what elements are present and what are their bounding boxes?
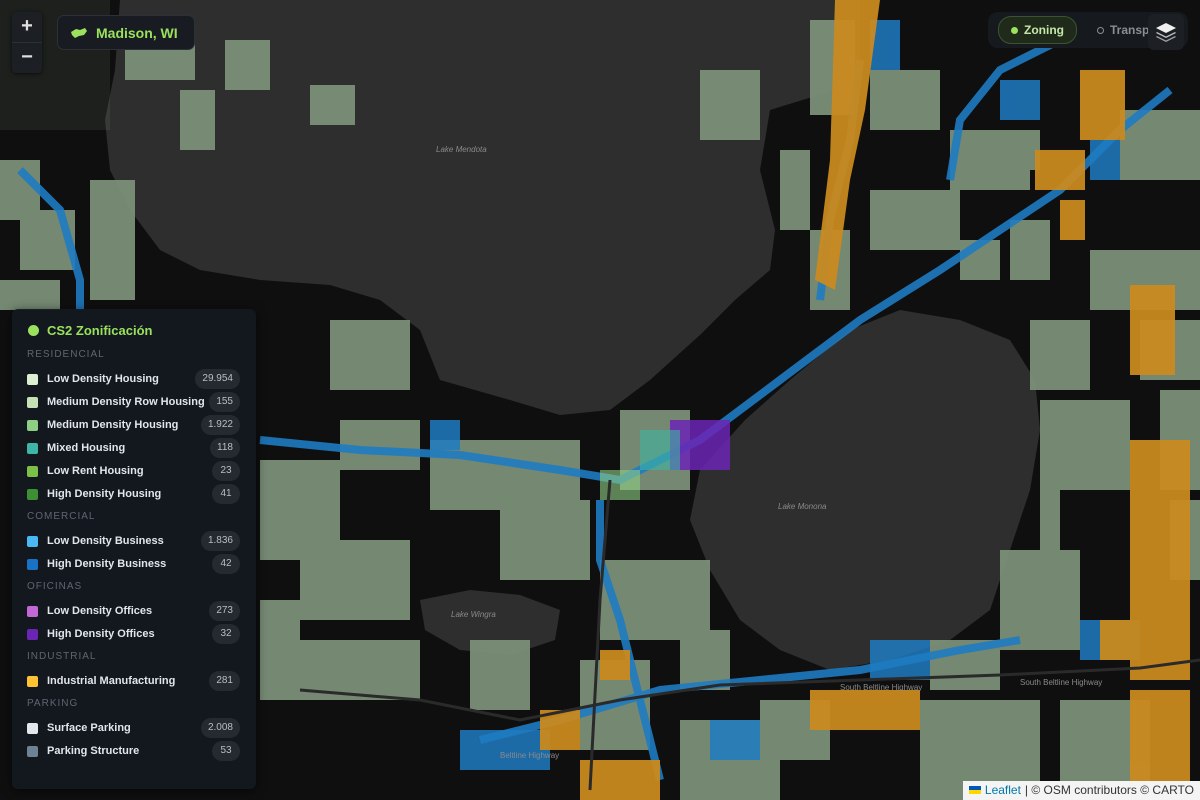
leaflet-link[interactable]: Leaflet	[985, 783, 1021, 797]
legend-swatch	[27, 558, 38, 570]
layers-icon	[1156, 23, 1176, 42]
legend-item[interactable]: High Density Offices 32	[27, 623, 240, 645]
legend-item-label: Medium Density Row Housing	[47, 396, 205, 408]
legend-item[interactable]: Surface Parking 2.008	[27, 717, 240, 739]
legend-title-text: CS2 Zonificación	[47, 323, 153, 338]
legend-swatch	[27, 675, 38, 687]
legend-dot-icon	[28, 325, 39, 336]
legend-item-label: High Density Business	[47, 558, 167, 570]
city-name: Madison, WI	[96, 24, 178, 41]
zoom-in-button[interactable]: +	[12, 12, 42, 42]
legend-item-count: 29.954	[195, 369, 240, 389]
legend-item-label: Low Density Offices	[47, 605, 153, 617]
legend-swatch	[27, 535, 38, 547]
legend-item[interactable]: Medium Density Housing 1.922	[27, 414, 240, 436]
map-pin-icon	[71, 27, 87, 38]
map-attribution: Leaflet | © OSM contributors © CARTO	[962, 781, 1200, 800]
legend-item-label: High Density Housing	[47, 488, 162, 500]
legend-swatch	[27, 745, 38, 757]
legend-item[interactable]: Low Density Business 1.836	[27, 530, 240, 552]
legend-swatch	[27, 605, 38, 617]
legend-item-count: 1.836	[200, 531, 240, 551]
legend-item-label: Low Density Housing	[47, 373, 159, 385]
legend-section-title: RESIDENCIAL	[27, 349, 105, 360]
legend-section-title: INDUSTRIAL	[27, 651, 97, 662]
lake-label: Lake Mendota	[436, 145, 487, 154]
legend-item[interactable]: Medium Density Row Housing 155	[27, 391, 240, 413]
legend-item[interactable]: Low Rent Housing 23	[27, 460, 240, 482]
legend-item-count: 118	[210, 438, 240, 458]
lake-label: Lake Wingra	[451, 610, 496, 619]
legend-swatch	[27, 373, 38, 385]
legend-item-label: Industrial Manufacturing	[47, 675, 176, 687]
legend-section-title: COMERCIAL	[27, 511, 96, 522]
zoning-legend: CS2 Zonificación RESIDENCIAL Low Density …	[12, 309, 256, 789]
layers-button[interactable]	[1148, 14, 1184, 50]
mode-label: Zoning	[1024, 23, 1064, 37]
legend-swatch	[27, 488, 38, 500]
road-label: South Beltline Highway	[1020, 678, 1102, 687]
city-badge[interactable]: Madison, WI	[57, 15, 195, 50]
legend-swatch	[27, 442, 38, 454]
legend-item-label: High Density Offices	[47, 628, 155, 640]
legend-section-title: PARKING	[27, 698, 79, 709]
legend-swatch	[27, 628, 38, 640]
zoom-out-button[interactable]: −	[12, 42, 42, 73]
legend-item-count: 2.008	[200, 718, 240, 738]
lake-label: Lake Monona	[778, 502, 827, 511]
legend-item-count: 281	[209, 671, 240, 691]
attribution-text: | © OSM contributors © CARTO	[1024, 783, 1194, 797]
legend-swatch	[27, 465, 38, 477]
legend-item-count: 23	[212, 461, 240, 481]
legend-item[interactable]: Low Density Offices 273	[27, 600, 240, 622]
legend-item-count: 1.922	[200, 415, 240, 435]
road-label: Beltline Highway	[500, 751, 559, 760]
legend-item-label: Medium Density Housing	[47, 419, 179, 431]
legend-item-count: 32	[212, 624, 240, 644]
legend-item-label: Low Rent Housing	[47, 465, 144, 477]
legend-item-label: Mixed Housing	[47, 442, 126, 454]
legend-section-title: OFICINAS	[27, 581, 83, 592]
legend-swatch	[27, 722, 38, 734]
active-dot-icon	[1011, 26, 1018, 34]
legend-swatch	[27, 396, 38, 408]
legend-title: CS2 Zonificación	[28, 323, 152, 338]
legend-item-count: 42	[212, 554, 240, 574]
legend-item-label: Parking Structure	[47, 745, 140, 757]
legend-item[interactable]: Industrial Manufacturing 281	[27, 670, 240, 692]
zoning-mode-button[interactable]: Zoning	[998, 16, 1077, 44]
legend-item[interactable]: Low Density Housing 29.954	[27, 368, 240, 390]
legend-item[interactable]: High Density Business 42	[27, 553, 240, 575]
ukraine-flag-icon	[968, 786, 981, 794]
legend-item-count: 41	[212, 484, 240, 504]
legend-item-count: 53	[212, 741, 240, 761]
zoom-control: + −	[12, 12, 42, 73]
road-label: South Beltline Highway	[840, 683, 922, 692]
mode-label: Transp	[1109, 23, 1150, 37]
legend-item[interactable]: Mixed Housing 118	[27, 437, 240, 459]
legend-item[interactable]: High Density Housing 41	[27, 483, 240, 505]
legend-swatch	[27, 419, 38, 431]
legend-item-label: Low Density Business	[47, 535, 164, 547]
legend-item-label: Surface Parking	[47, 722, 131, 734]
legend-item-count: 273	[209, 601, 240, 621]
inactive-dot-icon	[1096, 26, 1104, 34]
legend-item[interactable]: Parking Structure 53	[27, 740, 240, 762]
legend-item-count: 155	[209, 392, 240, 412]
